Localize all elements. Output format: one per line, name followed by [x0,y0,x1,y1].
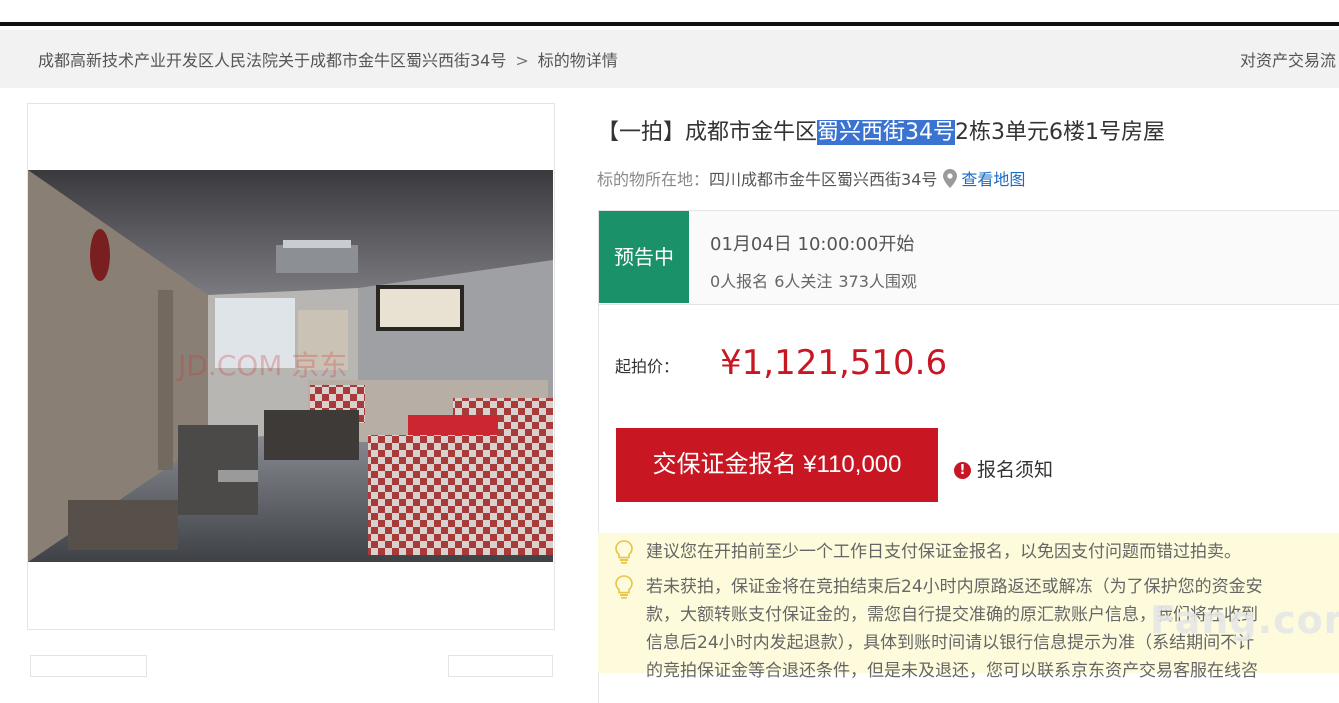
item-title: 【一拍】成都市金牛区蜀兴西街34号2栋3单元6楼1号房屋 [597,114,1165,146]
thumbnail-next[interactable] [448,655,553,677]
starting-price-label: 起拍价： [615,357,680,376]
viewer-count: 373人围观 [838,272,917,291]
pay-deposit-button[interactable]: 交保证金报名 ¥110,000 [616,428,938,502]
tip-deposit-timing: 建议您在开拍前至少一个工作日支付保证金报名，以免因支付问题而错过拍卖。 [646,542,1241,562]
follower-count: 6人关注 [774,272,833,291]
start-time: 01月04日 10:00:00开始 [710,234,915,255]
registration-notice-label: 报名须知 [977,459,1054,481]
top-border [0,22,1339,26]
location-value: 四川成都市金牛区蜀兴西街34号 [709,170,938,189]
registration-notice-link[interactable]: ! 报名须知 [954,455,1053,482]
warning-icon: ! [954,462,971,479]
breadcrumb: 成都高新技术产业开发区人民法院关于成都市金牛区蜀兴西街34号 > 标的物详情 [38,47,618,71]
signup-count: 0人报名 [710,272,769,291]
asset-trading-link[interactable]: 对资产交易流 [1240,47,1336,71]
auction-stats: 0人报名 6人关注 373人围观 [710,268,923,292]
starting-price: ¥1,121,510.6 [720,343,948,383]
lightbulb-icon [614,540,634,568]
lightbulb-icon [614,575,634,603]
breadcrumb-separator: > [515,51,529,70]
property-photo[interactable]: JD.COM 京东 [28,170,553,562]
map-pin-icon [943,169,958,192]
photo-watermark: JD.COM 京东 [176,349,347,382]
breadcrumb-current: 标的物详情 [537,51,618,70]
status-badge: 预告中 [599,211,689,303]
thumbnail-prev[interactable] [30,655,147,677]
view-map-link[interactable]: 查看地图 [961,170,1025,189]
location-label: 标的物所在地： [597,170,710,189]
site-watermark: Fang.com [1150,598,1339,642]
title-highlight: 蜀兴西街34号 [817,120,956,145]
tip-refund-line-1: 若未获拍，保证金将在竞拍结束后24小时内原路返还或解冻（为了保护您的资金安 [646,577,1263,597]
title-prefix: 【一拍】成都市金牛区 [597,120,818,145]
breadcrumb-court-link[interactable]: 成都高新技术产业开发区人民法院关于成都市金牛区蜀兴西街34号 [38,51,506,70]
title-suffix: 2栋3单元6楼1号房屋 [955,120,1166,145]
tip-refund-line-4: 的竞拍保证金等合退还条件，但是未及退还，您可以联系京东资产交易客服在线咨 [646,661,1258,681]
item-location: 标的物所在地：四川成都市金牛区蜀兴西街34号 查看地图 [597,166,1025,192]
